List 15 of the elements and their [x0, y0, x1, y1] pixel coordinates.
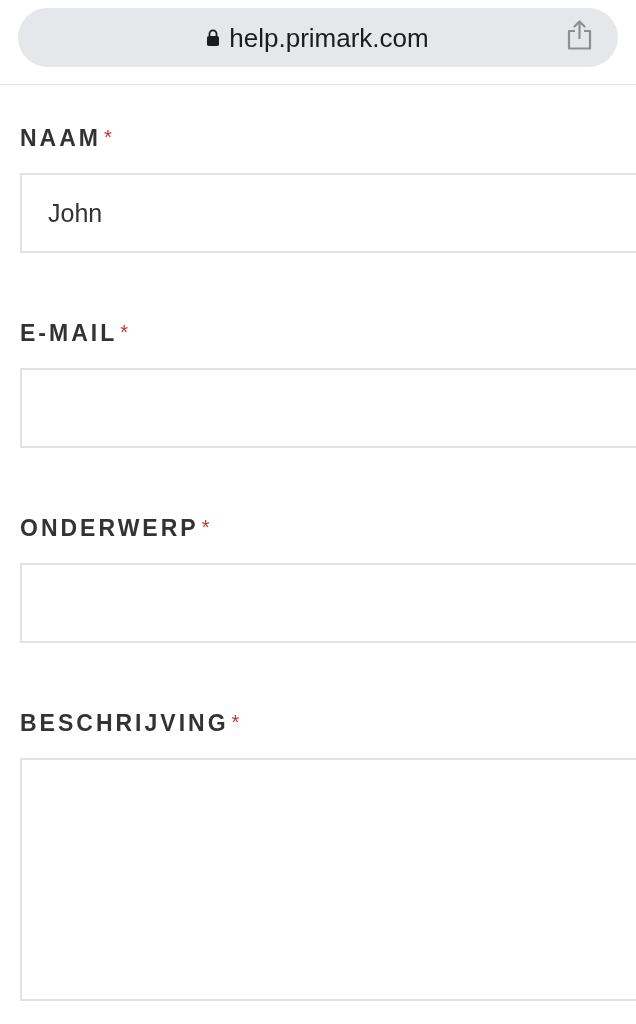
field-label: ONDERWERP [20, 514, 199, 542]
field-label: E-MAIL [20, 319, 118, 347]
url-text: help.primark.com [229, 21, 429, 54]
field-label: BESCHRIJVING [20, 709, 229, 737]
field-label: NAAM [20, 124, 101, 152]
required-asterisk: * [104, 127, 112, 147]
address-bar[interactable]: help.primark.com [18, 8, 618, 67]
required-asterisk: * [201, 517, 210, 537]
input-field[interactable] [20, 368, 636, 448]
required-asterisk: * [120, 322, 128, 342]
input-field[interactable] [20, 563, 636, 643]
required-asterisk: * [231, 712, 240, 732]
textarea-field[interactable] [20, 758, 636, 1001]
share-icon[interactable] [567, 20, 592, 50]
input-field[interactable]: John [20, 173, 636, 253]
